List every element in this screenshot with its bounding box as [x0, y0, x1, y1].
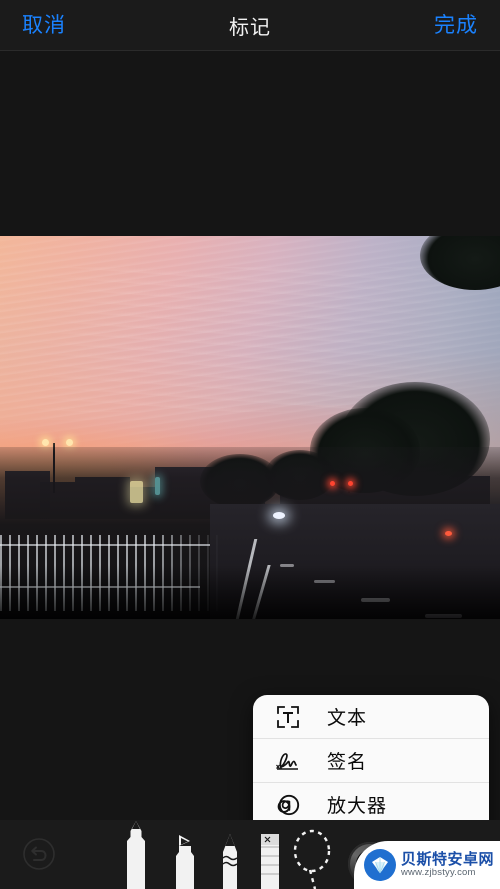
menu-item-magnifier[interactable]: 放大器	[253, 783, 489, 820]
watermark-logo-icon	[364, 849, 396, 881]
markup-tools-popup: 文本 签名 放大器	[253, 695, 489, 820]
photo-car-headlight	[272, 511, 285, 519]
done-button[interactable]: 完成	[434, 15, 478, 36]
menu-item-label: 文本	[327, 708, 368, 729]
menu-item-label: 放大器	[327, 796, 388, 817]
photo-lamp-light	[42, 438, 49, 446]
watermark-url: www.zjbstyy.com	[401, 867, 476, 879]
photo-bottom-shade	[0, 565, 500, 619]
marker-tool-icon[interactable]	[168, 832, 202, 889]
cancel-button[interactable]: 取消	[22, 15, 66, 36]
lasso-tool-icon[interactable]	[287, 827, 337, 889]
markup-canvas[interactable]: 文本 签名 放大器	[0, 51, 500, 820]
eraser-tool-icon[interactable]	[258, 834, 282, 889]
photo-fence-rail	[0, 544, 210, 547]
watermark-title: 贝斯特安卓网	[401, 850, 495, 868]
photo-shop-light	[155, 477, 160, 496]
menu-item-signature[interactable]: 签名	[253, 739, 489, 783]
menu-item-text[interactable]: 文本	[253, 695, 489, 739]
photo-shop-light	[130, 481, 143, 504]
navigation-bar: 取消 标记 完成	[0, 0, 500, 50]
signature-icon	[271, 749, 305, 773]
page-title: 标记	[229, 16, 271, 39]
menu-item-label: 签名	[327, 752, 368, 773]
watermark-text: 贝斯特安卓网 www.zjbstyy.com	[401, 850, 495, 879]
photo-traffic-light	[347, 481, 353, 487]
pen-tool-icon[interactable]	[118, 820, 154, 889]
magnifier-icon	[271, 793, 305, 817]
photo-image[interactable]	[0, 236, 500, 619]
watermark-overlay: 贝斯特安卓网 www.zjbstyy.com	[354, 841, 500, 889]
navbar-separator	[0, 50, 500, 51]
photo-lamp-light	[66, 438, 73, 446]
photo-tail-light	[445, 530, 452, 536]
text-box-icon	[271, 705, 305, 729]
markup-screen: 取消 标记 完成 文本 签名 放大器 贝斯特安卓网 www.zjbstyy.co…	[0, 0, 500, 889]
undo-icon[interactable]	[22, 837, 56, 871]
pencil-tool-icon[interactable]	[215, 832, 245, 889]
